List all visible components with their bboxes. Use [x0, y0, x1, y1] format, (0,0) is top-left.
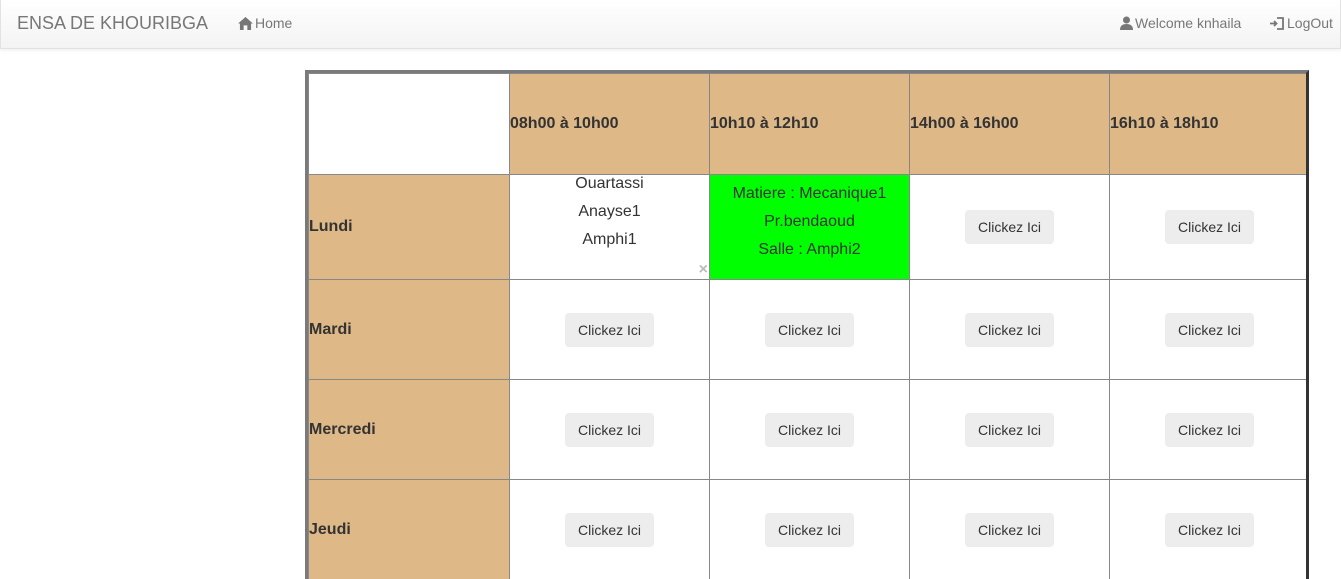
slot-cell: Clickez Ici	[909, 279, 1110, 380]
clickez-ici-button[interactable]: Clickez Ici	[964, 512, 1054, 547]
slot-cell: Clickez Ici	[1109, 479, 1306, 579]
slot-cell: Clickez Ici	[909, 174, 1110, 280]
user-icon	[1120, 16, 1133, 30]
course-info: Matiere : Mecanique1 Pr.bendaoud Salle :…	[710, 180, 909, 264]
course-subject: Anayse1	[578, 203, 641, 220]
clickez-ici-button[interactable]: Clickez Ici	[764, 312, 854, 347]
welcome-user-link[interactable]: Welcome knhaila	[1120, 15, 1241, 31]
course-subject: Matiere : Mecanique1	[732, 185, 887, 202]
clickez-ici-button[interactable]: Clickez Ici	[764, 512, 854, 547]
slot-cell: Clickez Ici	[709, 279, 910, 380]
timeslot-header: 16h10 à 18h10	[1109, 73, 1306, 175]
clickez-ici-button[interactable]: Clickez Ici	[564, 512, 654, 547]
clickez-ici-button[interactable]: Clickez Ici	[964, 412, 1054, 447]
timetable: 08h00 à 10h00 10h10 à 12h10 14h00 à 16h0…	[305, 70, 1309, 579]
clickez-ici-button[interactable]: Clickez Ici	[964, 312, 1054, 347]
clickez-ici-button[interactable]: Clickez Ici	[564, 412, 654, 447]
slot-cell: Clickez Ici	[509, 279, 710, 380]
day-label-lundi: Lundi	[308, 174, 510, 280]
slot-cell: Clickez Ici	[909, 379, 1110, 480]
slot-cell: Clickez Ici	[1109, 174, 1306, 280]
course-room: Amphi1	[582, 231, 637, 248]
slot-cell: Clickez Ici	[1109, 279, 1306, 380]
home-label: Home	[255, 15, 293, 31]
course-info: Ouartassi Anayse1 Amphi1	[510, 170, 709, 254]
clickez-ici-button[interactable]: Clickez Ici	[564, 312, 654, 347]
course-room: Salle : Amphi2	[758, 241, 861, 258]
welcome-label: Welcome knhaila	[1135, 15, 1242, 31]
clickez-ici-button[interactable]: Clickez Ici	[1164, 512, 1254, 547]
day-label-mardi: Mardi	[308, 279, 510, 380]
course-cell-lundi-1: Ouartassi Anayse1 Amphi1 ×	[509, 174, 710, 280]
clickez-ici-button[interactable]: Clickez Ici	[964, 210, 1054, 244]
slot-cell: Clickez Ici	[709, 379, 910, 480]
course-teacher: Ouartassi	[575, 175, 644, 192]
logout-link[interactable]: LogOut	[1270, 15, 1333, 31]
clickez-ici-button[interactable]: Clickez Ici	[764, 412, 854, 447]
brand-title[interactable]: ENSA DE KHOURIBGA	[17, 13, 208, 34]
logout-label: LogOut	[1287, 15, 1333, 31]
corner-cell	[308, 73, 510, 175]
home-icon	[238, 16, 253, 30]
slot-cell: Clickez Ici	[509, 379, 710, 480]
logout-icon	[1270, 16, 1284, 30]
timeslot-header: 08h00 à 10h00	[509, 73, 710, 175]
clickez-ici-button[interactable]: Clickez Ici	[1164, 312, 1254, 347]
home-link[interactable]: Home	[238, 15, 292, 31]
timeslot-header: 14h00 à 16h00	[909, 73, 1110, 175]
close-icon[interactable]: ×	[699, 262, 708, 278]
clickez-ici-button[interactable]: Clickez Ici	[1164, 412, 1254, 447]
day-label-jeudi: Jeudi	[308, 479, 510, 579]
slot-cell: Clickez Ici	[1109, 379, 1306, 480]
course-cell-lundi-2: Matiere : Mecanique1 Pr.bendaoud Salle :…	[709, 174, 910, 280]
course-teacher: Pr.bendaoud	[764, 213, 855, 230]
day-label-mercredi: Mercredi	[308, 379, 510, 480]
slot-cell: Clickez Ici	[709, 479, 910, 579]
slot-cell: Clickez Ici	[909, 479, 1110, 579]
timeslot-header: 10h10 à 12h10	[709, 73, 910, 175]
navbar: ENSA DE KHOURIBGA Home Welcome knhaila L…	[0, 0, 1341, 49]
clickez-ici-button[interactable]: Clickez Ici	[1164, 210, 1254, 244]
slot-cell: Clickez Ici	[509, 479, 710, 579]
